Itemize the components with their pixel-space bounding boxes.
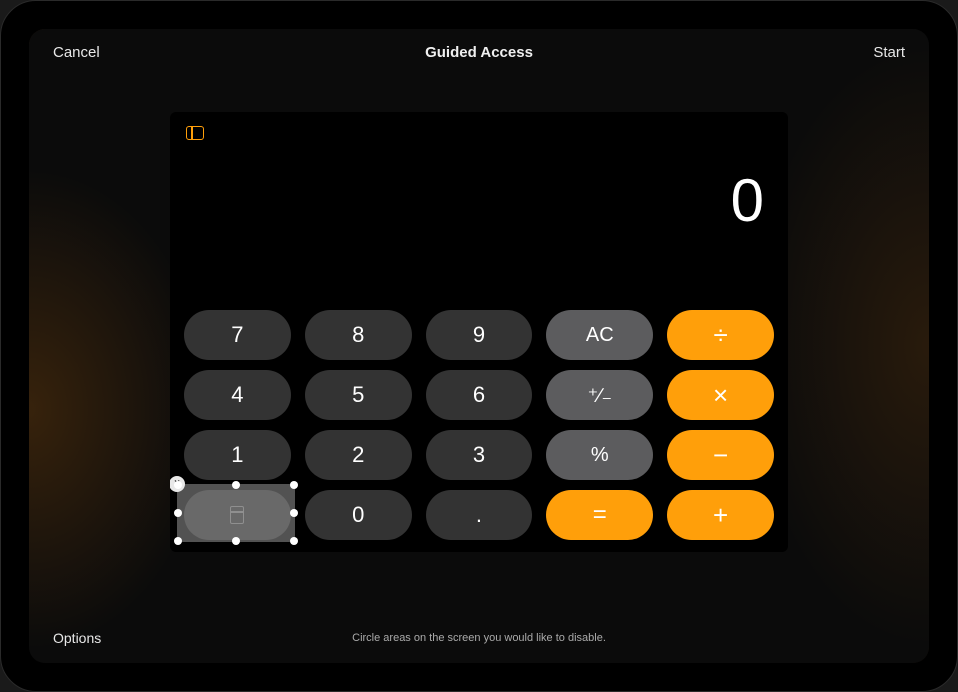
guided-access-footer: Options Circle areas on the screen you w… (29, 623, 929, 653)
key-7[interactable]: 7 (184, 310, 291, 360)
key-minus[interactable]: − (667, 430, 774, 480)
key-divide[interactable]: ÷ (667, 310, 774, 360)
resize-handle-mt[interactable] (232, 481, 240, 489)
instruction-text: Circle areas on the screen you would lik… (352, 632, 606, 644)
key-5[interactable]: 5 (305, 370, 412, 420)
key-3[interactable]: 3 (426, 430, 533, 480)
resize-handle-tr[interactable] (290, 481, 298, 489)
key-9[interactable]: 9 (426, 310, 533, 360)
page-title: Guided Access (425, 44, 533, 61)
key-8[interactable]: 8 (305, 310, 412, 360)
cancel-button[interactable]: Cancel (53, 44, 100, 61)
key-plus[interactable]: + (667, 490, 774, 540)
key-6[interactable]: 6 (426, 370, 533, 420)
resize-handle-ml[interactable] (174, 509, 182, 517)
key-multiply[interactable]: × (667, 370, 774, 420)
calculator-display: 0 (731, 166, 764, 235)
key-all-clear[interactable]: AC (546, 310, 653, 360)
key-plus-minus[interactable]: ⁺∕₋ (546, 370, 653, 420)
key-equals[interactable]: = (546, 490, 653, 540)
resize-handle-mb[interactable] (232, 537, 240, 545)
app-preview-calculator[interactable]: 0 7 8 9 AC ÷ 4 5 6 ⁺∕₋ × 1 2 3 % − (170, 112, 788, 552)
resize-handle-bl[interactable] (174, 537, 182, 545)
guided-access-disabled-region[interactable]: × (177, 484, 295, 542)
sidebar-toggle-icon (186, 126, 204, 140)
key-decimal[interactable]: . (426, 490, 533, 540)
key-1[interactable]: 1 (184, 430, 291, 480)
key-4[interactable]: 4 (184, 370, 291, 420)
resize-handle-mr[interactable] (290, 509, 298, 517)
ipad-device-frame: Cancel Guided Access Start 0 7 8 9 AC ÷ … (0, 0, 958, 692)
resize-handle-br[interactable] (290, 537, 298, 545)
key-0[interactable]: 0 (305, 490, 412, 540)
key-percent[interactable]: % (546, 430, 653, 480)
screen: Cancel Guided Access Start 0 7 8 9 AC ÷ … (29, 29, 929, 663)
resize-handle-tl[interactable] (174, 481, 182, 489)
key-2[interactable]: 2 (305, 430, 412, 480)
guided-access-toolbar: Cancel Guided Access Start (29, 29, 929, 75)
options-button[interactable]: Options (53, 630, 101, 646)
start-button[interactable]: Start (873, 44, 905, 61)
